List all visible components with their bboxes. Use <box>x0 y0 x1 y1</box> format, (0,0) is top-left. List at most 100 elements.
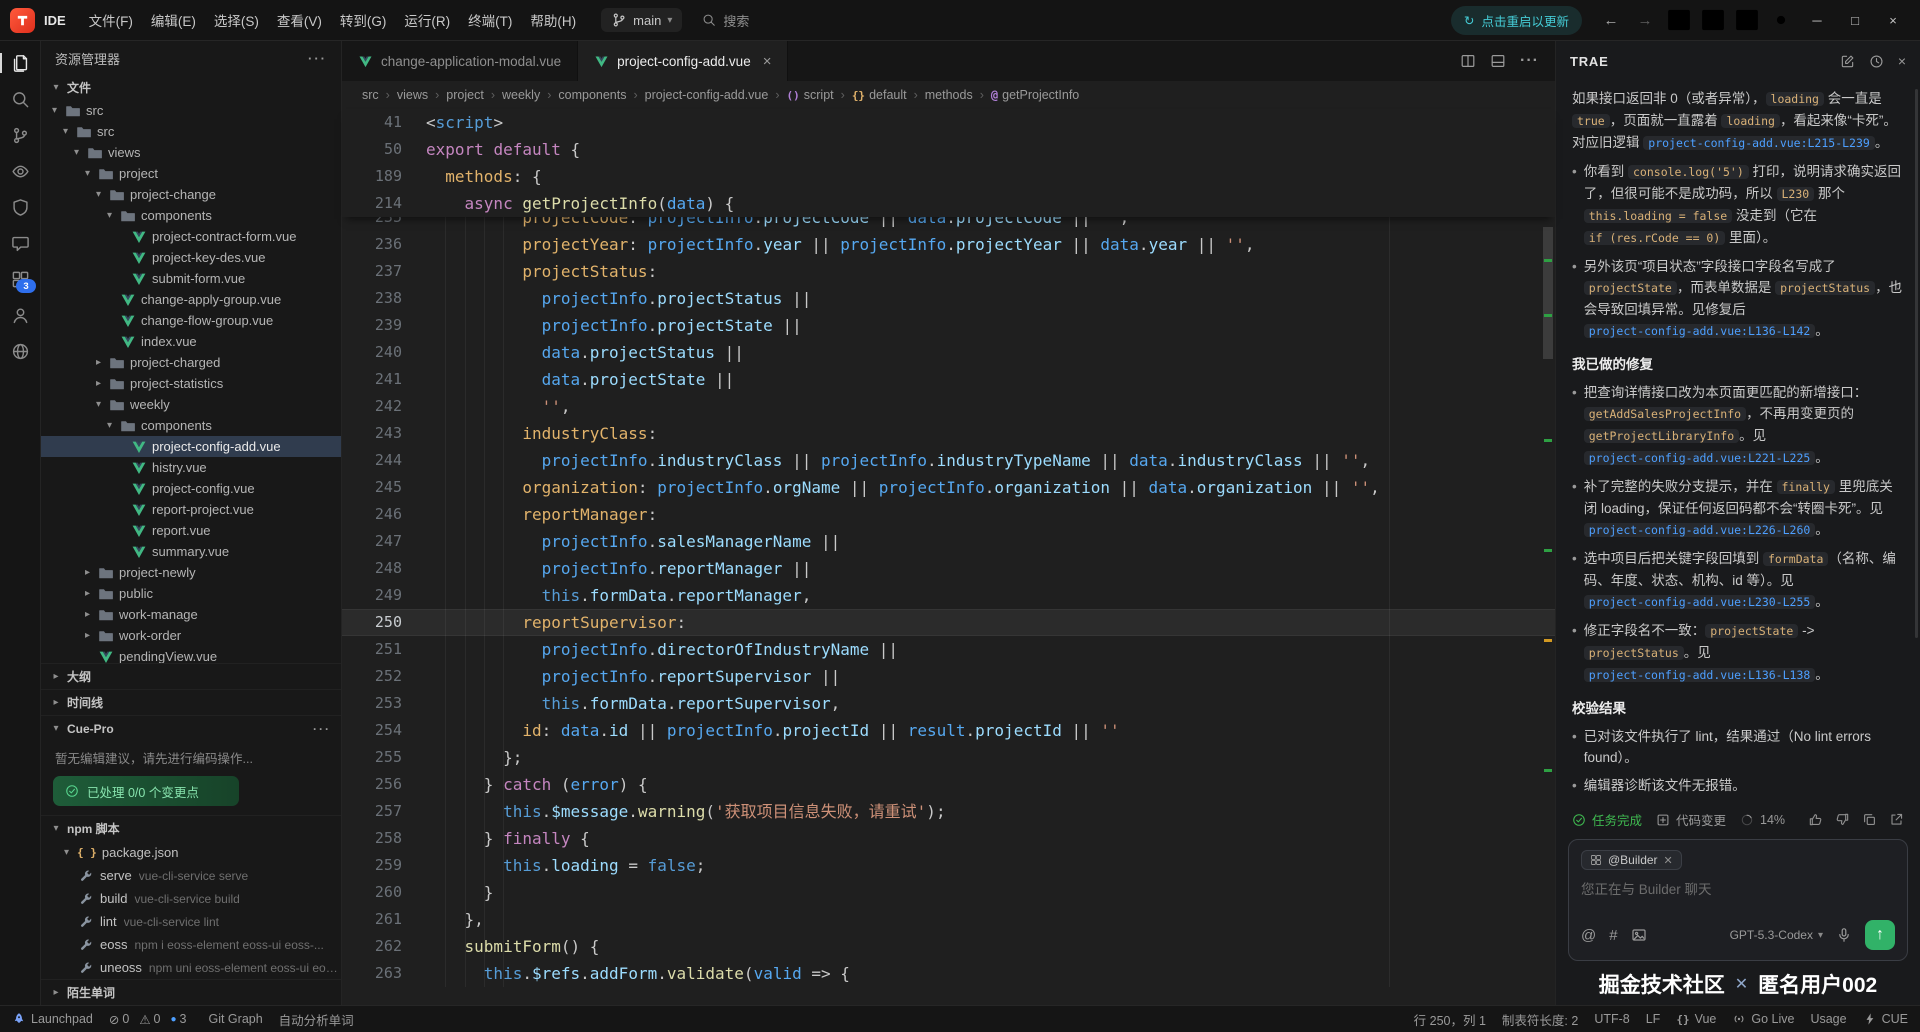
new-chat-icon[interactable] <box>1840 54 1855 69</box>
activity-comments[interactable] <box>0 225 40 261</box>
tree-item[interactable]: histry.vue <box>41 457 341 478</box>
tree-item[interactable]: ▾project-change <box>41 184 341 205</box>
code-line[interactable]: 249 this.formData.reportManager, <box>342 582 1555 609</box>
chat-input-box[interactable]: @Builder ✕ 您正在与 Builder 聊天 @ # GPT-5.3-C… <box>1568 839 1908 961</box>
code-line[interactable]: 258 } finally { <box>342 825 1555 852</box>
tree-item[interactable]: summary.vue <box>41 541 341 562</box>
launchpad-button[interactable]: Launchpad <box>12 1012 93 1026</box>
statusbar-item[interactable]: {}Vue <box>1676 1012 1716 1026</box>
global-search[interactable]: 搜索 <box>702 11 749 30</box>
code-line[interactable]: 237 projectStatus: <box>342 258 1555 285</box>
tree-item[interactable]: report.vue <box>41 520 341 541</box>
breadcrumb-item[interactable]: @getProjectInfo <box>991 88 1079 102</box>
breadcrumb-item[interactable]: views <box>397 88 428 102</box>
file-link[interactable]: project-config-add.vue:L230-L255 <box>1584 595 1816 609</box>
statusbar-item[interactable]: Usage <box>1810 1012 1846 1026</box>
code-line[interactable]: 243 industryClass: <box>342 420 1555 447</box>
toggle-right-panel-icon[interactable] <box>1732 5 1762 35</box>
menu-item[interactable]: 转到(G) <box>331 6 396 34</box>
statusbar-item[interactable]: 自动分析单词 <box>279 1010 354 1029</box>
code-line[interactable]: 242 '', <box>342 393 1555 420</box>
menu-item[interactable]: 终端(T) <box>459 6 521 34</box>
tree-item[interactable]: pendingView.vue <box>41 646 341 663</box>
code-line[interactable]: 246 reportManager: <box>342 501 1555 528</box>
code-line[interactable]: 247 projectInfo.salesManagerName || <box>342 528 1555 555</box>
activity-explorer[interactable] <box>0 45 40 81</box>
breadcrumb-item[interactable]: ()script <box>787 88 834 102</box>
menu-item[interactable]: 选择(S) <box>205 6 268 34</box>
restart-update-button[interactable]: ↻ 点击重启以更新 <box>1451 6 1582 35</box>
code-line[interactable]: 238 projectInfo.projectStatus || <box>342 285 1555 312</box>
file-link[interactable]: project-config-add.vue:L215-L239 <box>1643 136 1875 150</box>
cuepro-section-header[interactable]: ▾ Cue-Pro ··· <box>41 715 341 741</box>
code-line[interactable]: 256 } catch (error) { <box>342 771 1555 798</box>
code-changes-button[interactable]: 代码变更 <box>1656 810 1726 829</box>
tree-item[interactable]: ▾weekly <box>41 394 341 415</box>
tab[interactable]: change-application-modal.vue <box>342 41 578 81</box>
tree-item[interactable]: ▸work-manage <box>41 604 341 625</box>
thumbs-down-icon[interactable] <box>1835 812 1850 827</box>
send-button[interactable]: ↑ <box>1865 920 1895 950</box>
breadcrumb-item[interactable]: src <box>362 88 379 102</box>
tree-item[interactable]: submit-form.vue <box>41 268 341 289</box>
code-line[interactable]: 251 projectInfo.directorOfIndustryName |… <box>342 636 1555 663</box>
code-line[interactable]: 240 data.projectStatus || <box>342 339 1555 366</box>
file-link[interactable]: project-config-add.vue:L136-L142 <box>1584 324 1816 338</box>
mention-icon[interactable]: @ <box>1581 927 1596 944</box>
close-icon[interactable]: × <box>763 53 772 70</box>
code-line[interactable]: 263 this.$refs.addForm.validate(valid =>… <box>342 960 1555 987</box>
breadcrumb-item[interactable]: project-config-add.vue <box>645 88 769 102</box>
files-section-header[interactable]: ▾ 文件 <box>41 75 341 100</box>
mic-icon[interactable] <box>1836 927 1852 943</box>
activity-account[interactable] <box>0 297 40 333</box>
tree-item[interactable]: ▾views <box>41 142 341 163</box>
npm-package-json[interactable]: ▾ { } package.json <box>41 841 341 864</box>
code-line[interactable]: 214 async getProjectInfo(data) { <box>342 190 1555 217</box>
statusbar-item[interactable]: CUE <box>1863 1012 1908 1026</box>
code-line[interactable]: 245 organization: projectInfo.orgName ||… <box>342 474 1555 501</box>
toggle-sidebar-icon[interactable] <box>1664 5 1694 35</box>
npm-script[interactable]: uneoss npm uni eoss-element eoss-ui eoss… <box>41 956 341 979</box>
nav-back-icon[interactable]: ← <box>1596 5 1626 35</box>
code-line[interactable]: 255 }; <box>342 744 1555 771</box>
file-link[interactable]: project-config-add.vue:L226-L260 <box>1584 523 1816 537</box>
tree-item[interactable]: ▾components <box>41 205 341 226</box>
tree-item[interactable]: ▸project-statistics <box>41 373 341 394</box>
file-link[interactable]: project-config-add.vue:L221-L225 <box>1584 451 1816 465</box>
editor-scrollbar[interactable] <box>1541 109 1555 1005</box>
image-icon[interactable] <box>1631 927 1647 943</box>
breadcrumb-item[interactable]: methods <box>925 88 973 102</box>
statusbar-item[interactable]: 行 250，列 1 <box>1414 1010 1486 1029</box>
breadcrumb-item[interactable]: weekly <box>502 88 540 102</box>
menu-item[interactable]: 查看(V) <box>268 6 331 34</box>
tree-item[interactable]: ▸work-order <box>41 625 341 646</box>
statusbar-item[interactable]: Git Graph <box>208 1010 262 1029</box>
thumbs-up-icon[interactable] <box>1808 812 1823 827</box>
tree-item[interactable]: ▾components <box>41 415 341 436</box>
more-actions-icon[interactable]: ··· <box>308 51 327 66</box>
file-link[interactable]: project-config-add.vue:L136-L138 <box>1584 668 1816 682</box>
more-actions-icon[interactable]: ··· <box>313 722 331 736</box>
tree-item[interactable]: change-apply-group.vue <box>41 289 341 310</box>
tree-item[interactable]: index.vue <box>41 331 341 352</box>
statusbar-item[interactable]: LF <box>1646 1012 1661 1026</box>
tab[interactable]: project-config-add.vue × <box>578 41 788 81</box>
tree-item[interactable]: change-flow-group.vue <box>41 310 341 331</box>
activity-remote[interactable] <box>0 333 40 369</box>
menu-item[interactable]: 运行(R) <box>395 6 459 34</box>
statusbar-item[interactable]: 制表符长度: 2 <box>1502 1010 1578 1029</box>
tree-item[interactable]: project-contract-form.vue <box>41 226 341 247</box>
code-line[interactable]: 260 } <box>342 879 1555 906</box>
hash-icon[interactable]: # <box>1609 927 1617 944</box>
statusbar-item[interactable]: Go Live <box>1732 1012 1794 1026</box>
activity-preview[interactable] <box>0 153 40 189</box>
npm-section-header[interactable]: ▾ npm 脚本 <box>41 815 341 841</box>
statusbar-item[interactable]: UTF-8 <box>1594 1012 1629 1026</box>
chat-scrollbar[interactable] <box>1915 89 1918 638</box>
close-panel-icon[interactable]: × <box>1898 53 1906 69</box>
timeline-section-header[interactable]: ▸ 时间线 <box>41 689 341 715</box>
activity-security[interactable] <box>0 189 40 225</box>
model-selector[interactable]: GPT-5.3-Codex ▾ <box>1730 928 1823 942</box>
problems-indicator[interactable]: ⊘0⚠0●3 <box>109 1012 193 1027</box>
remove-chip-icon[interactable]: ✕ <box>1664 854 1673 867</box>
